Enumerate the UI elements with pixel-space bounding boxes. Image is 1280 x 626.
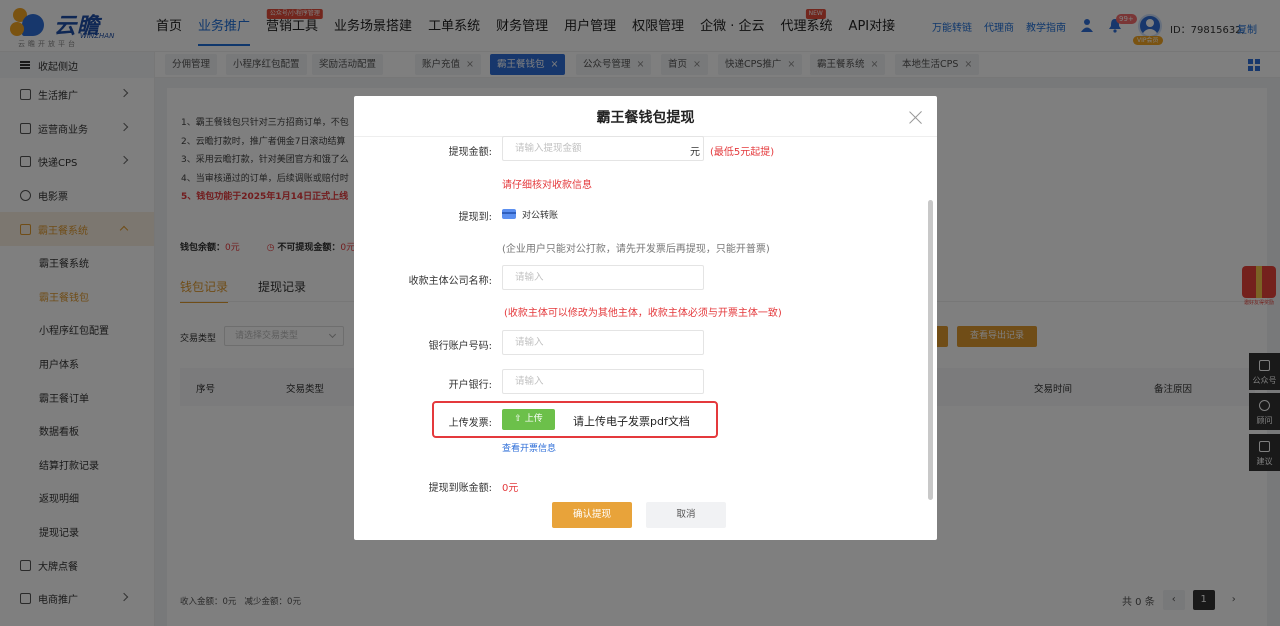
upload-hint: 请上传电子发票pdf文档: [573, 415, 690, 428]
withdraw-to-label: 提现到:: [458, 212, 492, 223]
amount-input[interactable]: 请输入提现金额: [502, 136, 704, 161]
confirm-withdraw-button[interactable]: 确认提现: [552, 502, 632, 528]
company-hint: (收款主体可以修改为其他主体，收款主体必须与开票主体一致): [504, 308, 782, 319]
verify-tip: 请仔细核对收款信息: [502, 180, 592, 191]
bank-card-icon: [502, 209, 516, 219]
arrive-amount-value: 0元: [502, 483, 519, 494]
withdraw-to-hint: (企业用户只能对公打款，请先开发票后再提现，只能开普票): [502, 244, 770, 255]
bank-label: 开户银行:: [448, 380, 492, 391]
amount-min-hint: (最低5元起提): [710, 147, 775, 158]
withdraw-to-value[interactable]: 对公转账: [522, 208, 558, 221]
company-label: 收款主体公司名称:: [408, 276, 492, 287]
arrive-amount-label: 提现到账金额:: [428, 483, 492, 494]
withdraw-dialog: 霸王餐钱包提现 提现金额: 请输入提现金额 元 (最低5元起提) 请仔细核对收款…: [354, 96, 937, 540]
view-invoice-info-link[interactable]: 查看开票信息: [502, 441, 556, 454]
amount-unit: 元: [690, 147, 700, 158]
amount-label: 提现金额:: [448, 147, 492, 158]
bank-account-input[interactable]: 请输入: [502, 330, 704, 355]
upload-invoice-button[interactable]: ⇧ 上传: [502, 409, 555, 430]
company-input[interactable]: 请输入: [502, 265, 704, 290]
upload-button-label: 上传: [524, 414, 543, 424]
invoice-label: 上传发票:: [448, 418, 492, 429]
bank-name-input[interactable]: 请输入: [502, 369, 704, 394]
dialog-title: 霸王餐钱包提现: [596, 110, 695, 126]
upload-icon: ⇧: [514, 414, 525, 424]
account-label: 银行账户号码:: [428, 341, 492, 352]
cancel-button[interactable]: 取消: [646, 502, 726, 528]
close-icon[interactable]: [909, 110, 923, 124]
dialog-scrollbar[interactable]: [928, 200, 933, 500]
